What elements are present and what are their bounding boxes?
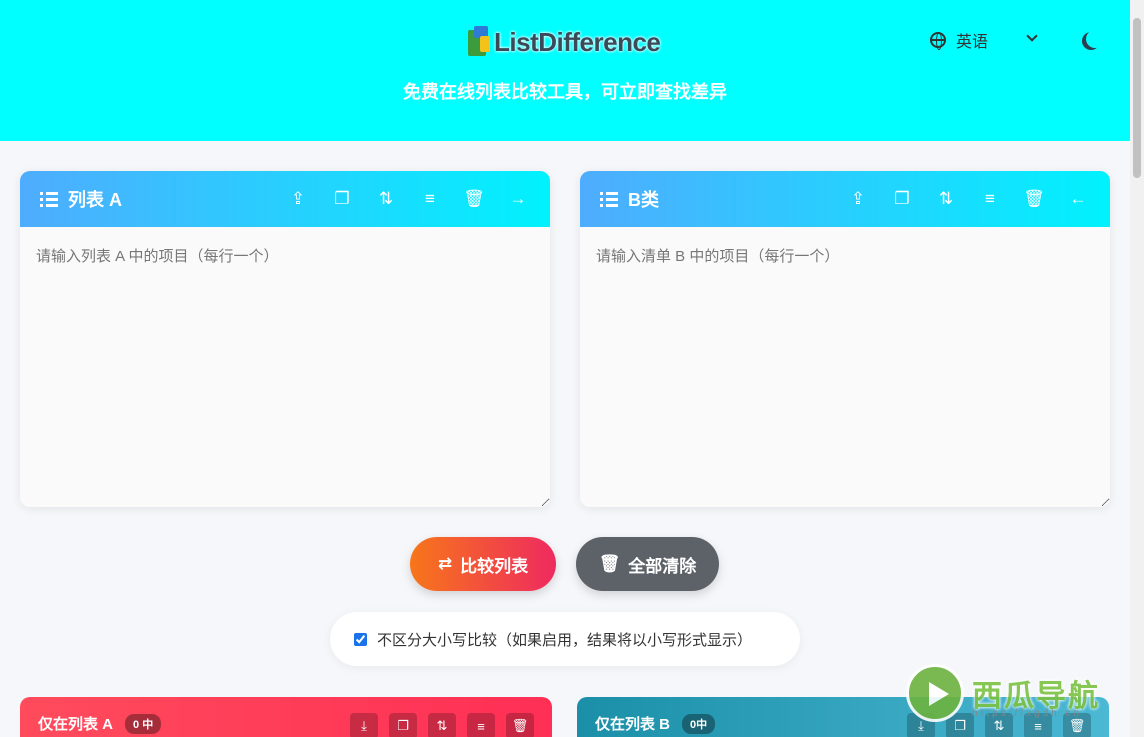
language-selector[interactable]: 英语: [930, 28, 988, 52]
list-b-title: B类: [628, 190, 659, 210]
upload-icon[interactable]: ⇪: [286, 187, 310, 211]
list-a-input[interactable]: [20, 227, 550, 507]
watermark: 西瓜导航 https://xgdh.cn: [906, 664, 1100, 722]
arrow-right-icon[interactable]: →: [506, 187, 530, 211]
copy-icon[interactable]: ❐: [330, 187, 354, 211]
trash-icon: 🗑: [598, 554, 621, 573]
globe-icon: [930, 32, 946, 50]
list-b-header: B类 ⇪ ❐ ⇅ ≡ 🗑 ←: [580, 171, 1110, 227]
sort-asc-icon[interactable]: ⇅: [934, 187, 958, 211]
only-in-a-title: 仅在列表 A: [38, 716, 114, 733]
trash-icon[interactable]: 🗑: [506, 713, 534, 737]
list-a-title: 列表 A: [68, 190, 122, 210]
chevron-down-icon[interactable]: [1026, 30, 1038, 42]
trash-icon[interactable]: 🗑: [462, 187, 486, 211]
dark-mode-toggle-icon[interactable]: [1086, 30, 1104, 48]
copy-icon[interactable]: ❐: [890, 187, 914, 211]
list-icon: [40, 191, 58, 207]
list-a-header: 列表 A ⇪ ❐ ⇅ ≡ 🗑 →: [20, 171, 550, 227]
sort-desc-icon[interactable]: ≡: [418, 187, 442, 211]
page-header: ListDifference 免费在线列表比较工具，可立即查找差异 英语: [0, 0, 1130, 141]
download-icon[interactable]: ⤓: [350, 713, 378, 737]
watermark-url: https://xgdh.cn: [972, 708, 1083, 719]
page-tagline: 免费在线列表比较工具，可立即查找差异: [403, 82, 727, 102]
logo-icon: [466, 26, 492, 58]
clear-all-button[interactable]: 🗑 全部清除: [576, 537, 719, 591]
logo[interactable]: ListDifference: [466, 26, 661, 58]
compare-button[interactable]: ⇄ 比较列表: [410, 537, 556, 591]
language-label: 英语: [956, 34, 989, 51]
arrow-left-icon[interactable]: ←: [1066, 187, 1090, 211]
only-in-a-count: 0 中: [125, 713, 162, 734]
watermark-logo-icon: [906, 664, 964, 722]
sort-desc-icon[interactable]: ≡: [467, 713, 495, 737]
page-scrollbar[interactable]: [1130, 0, 1144, 737]
trash-icon[interactable]: 🗑: [1022, 187, 1046, 211]
only-in-b-title: 仅在列表 B: [595, 716, 671, 733]
scrollbar-thumb[interactable]: [1133, 18, 1141, 178]
list-a-panel: 列表 A ⇪ ❐ ⇅ ≡ 🗑 →: [20, 171, 550, 507]
list-icon: [600, 191, 618, 207]
sort-asc-icon[interactable]: ⇅: [374, 187, 398, 211]
list-b-panel: B类 ⇪ ❐ ⇅ ≡ 🗑 ←: [580, 171, 1110, 507]
case-insensitive-label: 不区分大小写比较（如果启用，结果将以小写形式显示）: [377, 631, 753, 649]
case-insensitive-option[interactable]: 不区分大小写比较（如果启用，结果将以小写形式显示）: [330, 612, 800, 666]
sort-asc-icon[interactable]: ⇅: [428, 713, 456, 737]
logo-text: ListDifference: [494, 26, 661, 57]
copy-icon[interactable]: ❐: [389, 713, 417, 737]
sort-desc-icon[interactable]: ≡: [978, 187, 1002, 211]
only-in-b-count: 0中: [682, 713, 716, 734]
swap-icon: ⇄: [437, 554, 453, 573]
case-insensitive-checkbox[interactable]: [354, 632, 367, 646]
upload-icon[interactable]: ⇪: [846, 187, 870, 211]
only-in-a-panel: 仅在列表 A 0 中 ⤓ ❐ ⇅ ≡ 🗑: [20, 697, 552, 737]
list-b-input[interactable]: [580, 227, 1110, 507]
